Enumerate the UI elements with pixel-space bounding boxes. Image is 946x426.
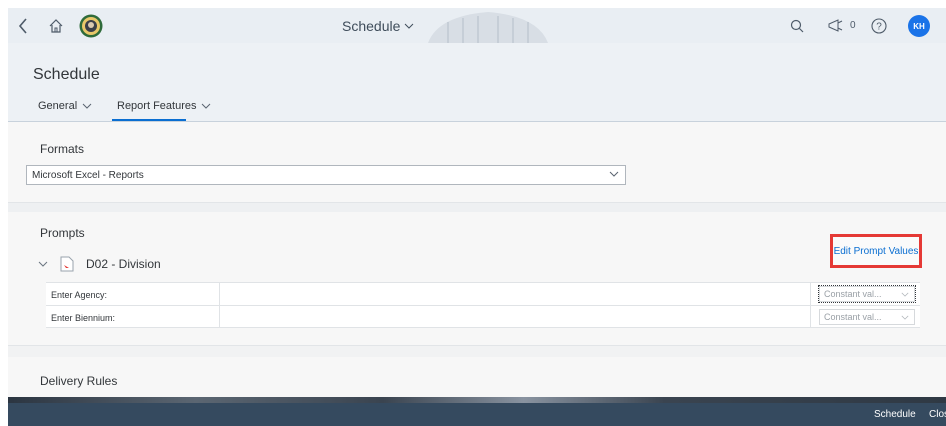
prompt-group-header: D02 - Division (38, 254, 161, 274)
chevron-down-icon (901, 289, 909, 299)
chevron-down-icon (609, 169, 619, 180)
state-seal-logo[interactable] (76, 8, 106, 43)
tab-general[interactable]: General (38, 96, 92, 116)
chevron-down-icon (82, 103, 92, 109)
prompt-row-biennium: Enter Biennium: Constant val... (46, 305, 920, 328)
svg-text:?: ? (876, 21, 882, 32)
prompt-label: Enter Agency: (51, 289, 108, 300)
prompts-section-title: Prompts (40, 226, 85, 240)
notification-count: 0 (850, 20, 856, 31)
app-title-text: Schedule (342, 17, 401, 34)
app-title-menu[interactable]: Schedule (342, 8, 414, 43)
formats-section-title: Formats (40, 142, 85, 156)
prompt-table: Enter Agency: Constant val... Enter Bien… (46, 282, 920, 328)
delivery-rules-section-title: Delivery Rules (40, 374, 118, 388)
chevron-down-icon (405, 23, 414, 29)
chevron-down-icon (202, 103, 211, 109)
prompt-row-agency: Enter Agency: Constant val... (46, 282, 920, 305)
chevron-down-icon (901, 312, 909, 322)
app-shell: Schedule 0 ? KH Schedule General Report … (8, 8, 946, 426)
agency-value-field[interactable] (220, 283, 810, 305)
report-document-icon (60, 256, 74, 272)
agency-value-type-select[interactable]: Constant val... (818, 285, 916, 303)
main-content: Formats Microsoft Excel - Reports Prompt… (8, 122, 946, 412)
prompt-label: Enter Biennium: (51, 312, 116, 323)
biennium-value-field[interactable] (220, 306, 810, 328)
value-type-text: Constant val... (824, 289, 882, 299)
schedule-button[interactable]: Schedule (874, 403, 916, 426)
biennium-value-type-select[interactable]: Constant val... (819, 309, 915, 325)
page-title: Schedule (33, 66, 100, 83)
tab-label: Report Features (117, 100, 197, 112)
search-icon[interactable] (786, 8, 808, 43)
column-divider (810, 306, 811, 328)
capitol-dome-background (428, 12, 548, 43)
tab-label: General (38, 100, 78, 112)
collapse-chevron-icon[interactable] (38, 259, 48, 270)
home-icon[interactable] (44, 8, 68, 43)
tab-report-features[interactable]: Report Features (117, 96, 211, 116)
footer-toolbar: Schedule Clos (8, 403, 946, 426)
format-select[interactable]: Microsoft Excel - Reports (26, 165, 626, 185)
shell-bar: Schedule 0 ? KH (8, 8, 946, 43)
close-button[interactable]: Clos (929, 403, 946, 426)
back-icon[interactable] (14, 8, 32, 43)
column-divider (810, 283, 811, 305)
section-divider (8, 345, 946, 357)
edit-prompt-values-link[interactable]: Edit Prompt Values (830, 234, 922, 268)
notifications-icon[interactable] (826, 8, 846, 43)
user-avatar[interactable]: KH (908, 15, 930, 37)
prompt-group-name: D02 - Division (86, 257, 161, 271)
window-margin (0, 0, 8, 426)
section-divider (8, 202, 946, 212)
format-select-value: Microsoft Excel - Reports (32, 169, 144, 181)
value-type-text: Constant val... (824, 312, 882, 322)
help-icon[interactable]: ? (868, 8, 890, 43)
